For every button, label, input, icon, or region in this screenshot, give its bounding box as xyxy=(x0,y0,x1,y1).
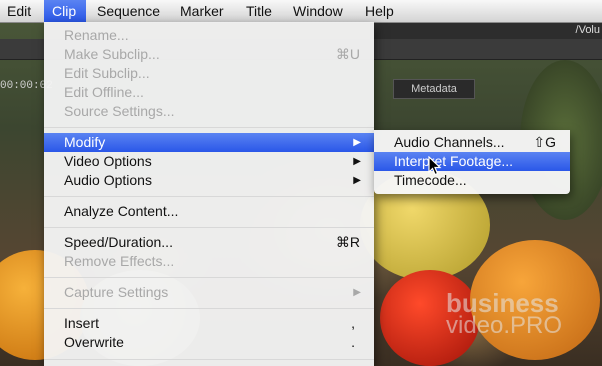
menu-item-audio-channels[interactable]: Audio Channels... ⇧G xyxy=(374,133,570,152)
menu-item-remove-effects[interactable]: Remove Effects... xyxy=(44,252,374,271)
menu-clip[interactable]: Clip xyxy=(44,0,86,22)
submenu-arrow-icon: ▶ xyxy=(353,287,361,298)
submenu-arrow-icon: ▶ xyxy=(353,175,361,186)
menu-edit[interactable]: Edit xyxy=(0,0,40,22)
menu-separator xyxy=(44,196,374,197)
menu-item-video-options[interactable]: Video Options ▶ xyxy=(44,152,374,171)
menu-window[interactable]: Window xyxy=(293,0,343,22)
menu-item-capture-settings[interactable]: Capture Settings ▶ xyxy=(44,283,374,302)
menu-help[interactable]: Help xyxy=(365,0,394,22)
submenu-arrow-icon: ▶ xyxy=(353,156,361,167)
menu-item-modify[interactable]: Modify ▶ xyxy=(44,133,374,152)
menu-item-source-settings[interactable]: Source Settings... xyxy=(44,102,374,121)
menu-item-rename[interactable]: Rename... xyxy=(44,26,374,45)
watermark-logo: business video.PRO xyxy=(446,288,563,339)
menu-item-timecode[interactable]: Timecode... xyxy=(374,171,570,190)
shortcut-label: , xyxy=(351,315,355,331)
menu-bar: Edit Clip Sequence Marker Title Window H… xyxy=(0,0,602,23)
tab-metadata[interactable]: Metadata xyxy=(393,79,475,99)
menu-item-edit-offline[interactable]: Edit Offline... xyxy=(44,83,374,102)
menu-item-insert[interactable]: Insert , xyxy=(44,314,374,333)
mouse-pointer-icon xyxy=(428,156,442,176)
menu-separator xyxy=(44,227,374,228)
menu-sequence[interactable]: Sequence xyxy=(97,0,160,22)
menu-item-audio-options[interactable]: Audio Options ▶ xyxy=(44,171,374,190)
menu-separator xyxy=(44,308,374,309)
menu-title[interactable]: Title xyxy=(246,0,272,22)
menu-item-make-subclip[interactable]: Make Subclip... ⌘U xyxy=(44,45,374,64)
menu-marker[interactable]: Marker xyxy=(180,0,224,22)
menu-separator xyxy=(44,277,374,278)
project-path: /Volu xyxy=(370,22,602,39)
shortcut-label: ⌘U xyxy=(335,46,360,62)
clip-menu: Rename... Make Subclip... ⌘U Edit Subcli… xyxy=(44,22,374,366)
menu-item-interpret-footage[interactable]: Interpret Footage... xyxy=(374,152,570,171)
shortcut-label: ⌘R xyxy=(335,234,360,250)
submenu-arrow-icon: ▶ xyxy=(353,137,361,148)
menu-item-analyze-content[interactable]: Analyze Content... xyxy=(44,202,374,221)
menu-separator xyxy=(44,127,374,128)
menu-item-edit-subclip[interactable]: Edit Subclip... xyxy=(44,64,374,83)
shortcut-label: ⇧G xyxy=(533,134,556,150)
menu-separator xyxy=(44,359,374,360)
menu-item-overwrite[interactable]: Overwrite . xyxy=(44,333,374,352)
shortcut-label: . xyxy=(351,334,355,350)
menu-item-speed-duration[interactable]: Speed/Duration... ⌘R xyxy=(44,233,374,252)
modify-submenu: Audio Channels... ⇧G Interpret Footage..… xyxy=(374,130,570,194)
